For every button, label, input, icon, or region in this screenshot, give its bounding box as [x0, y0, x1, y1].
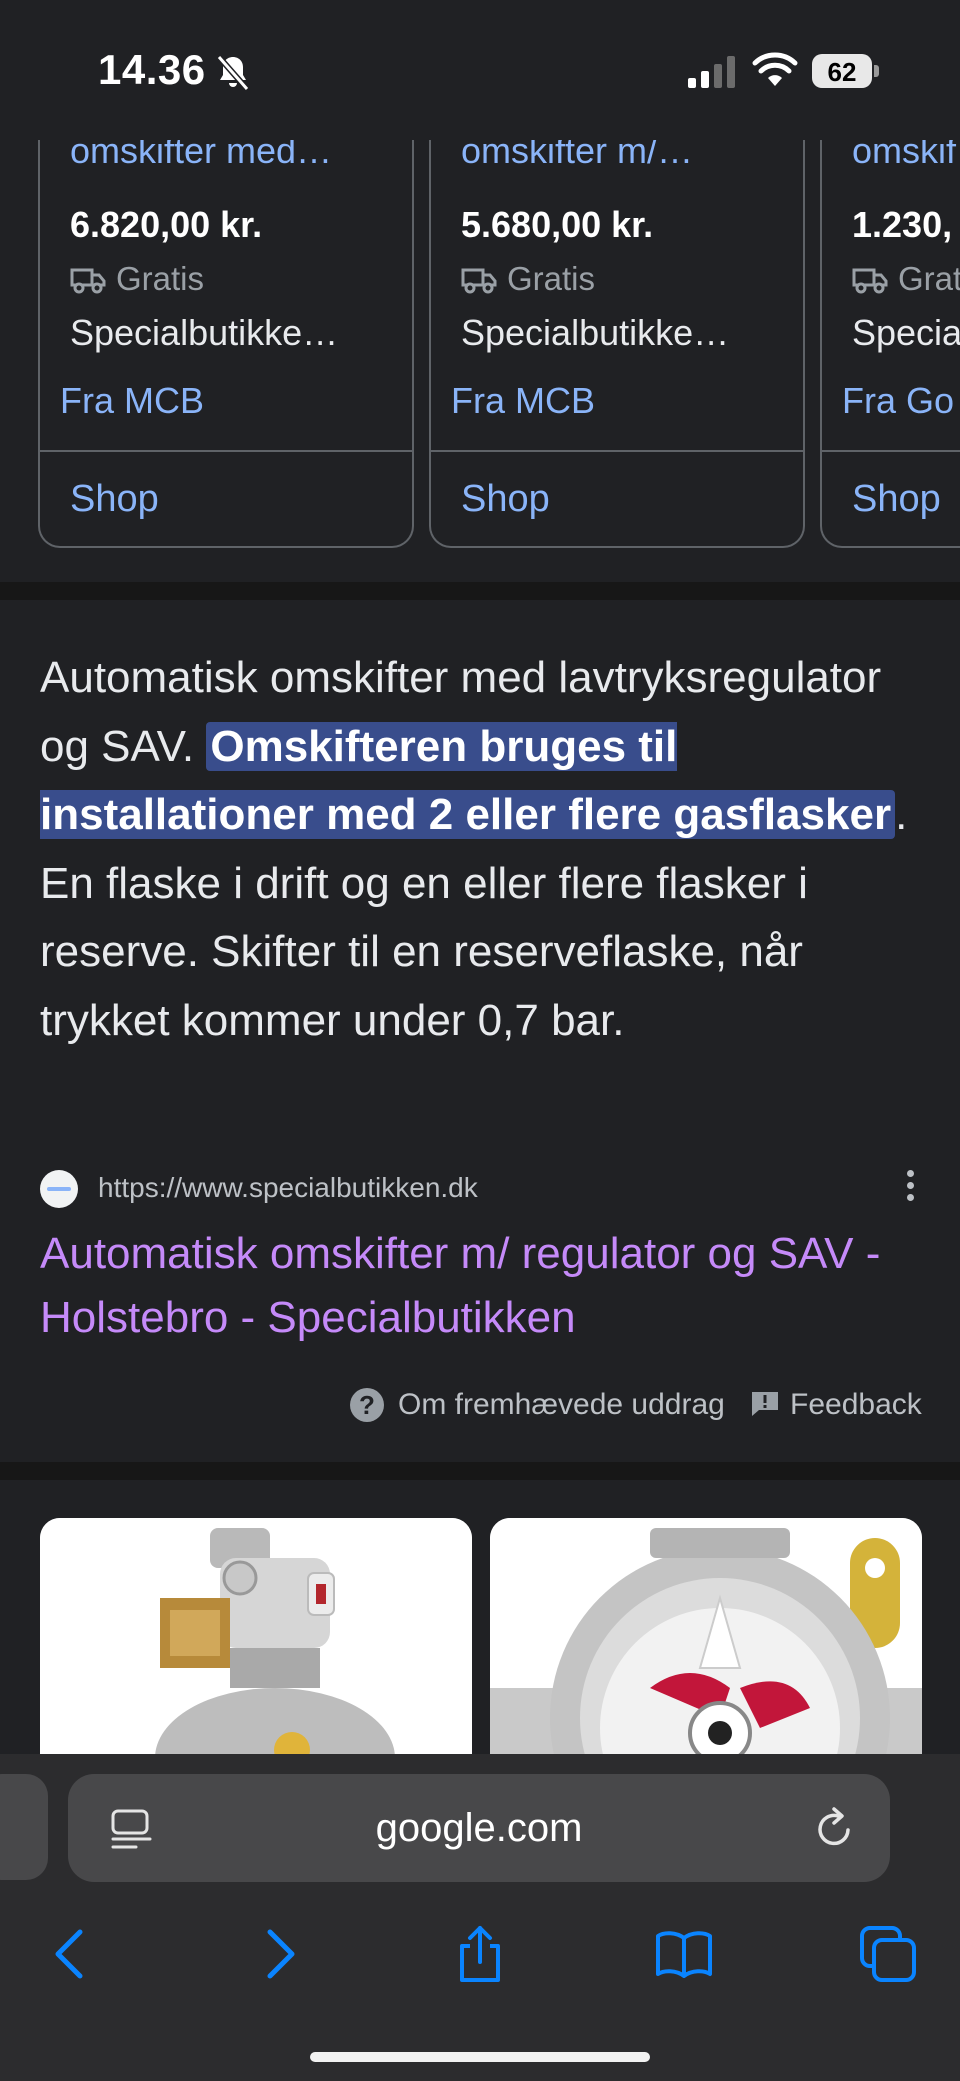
more-options-icon[interactable]	[900, 1170, 920, 1206]
truck-icon	[70, 268, 106, 294]
shop-button[interactable]: Shop	[461, 478, 550, 521]
address-domain[interactable]: google.com	[68, 1806, 890, 1851]
back-icon[interactable]	[42, 1924, 102, 1984]
product-price: 6.820,00 kr.	[70, 204, 263, 245]
from-source-link[interactable]: Fra Go	[842, 380, 954, 422]
result-title-link[interactable]: Automatisk omskifter m/ regulator og SAV…	[40, 1222, 920, 1350]
share-icon[interactable]	[450, 1924, 510, 1984]
product-price: 5.680,00 kr.	[461, 204, 654, 245]
truck-icon	[461, 268, 497, 294]
forward-icon[interactable]	[248, 1924, 308, 1984]
bookmarks-icon[interactable]	[654, 1924, 714, 1984]
seller-name: Specia	[852, 312, 960, 353]
shipping-info: Gratis	[70, 260, 204, 298]
product-image	[490, 1518, 922, 1758]
cellular-signal-icon	[688, 56, 735, 88]
shop-button[interactable]: Shop	[852, 478, 941, 521]
about-snippets-link[interactable]: Om fremhævede uddrag	[398, 1388, 725, 1422]
card-divider	[431, 450, 803, 452]
browser-toolbar: google.com	[0, 1754, 960, 2081]
from-source-link[interactable]: Fra MCB	[60, 380, 204, 422]
battery-level: 62	[827, 57, 857, 87]
bell-slash-icon	[216, 55, 250, 91]
help-icon[interactable]: ?	[350, 1388, 384, 1422]
previous-tab-preview[interactable]	[0, 1774, 48, 1880]
feedback-link[interactable]: Feedback	[790, 1388, 922, 1422]
shipping-info: Grat	[852, 260, 960, 298]
wifi-icon	[752, 52, 798, 86]
section-divider	[0, 1462, 960, 1480]
source-url[interactable]: https://www.specialbutikken.dk	[98, 1172, 478, 1204]
snippet-footer: ? Om fremhævede uddrag Feedback	[350, 1386, 930, 1426]
product-card[interactable]: omskif 1.230, Grat Specia Fra Go Shop	[820, 130, 960, 548]
card-divider	[40, 450, 412, 452]
browser-nav-bar	[0, 1914, 960, 1994]
card-divider	[822, 450, 960, 452]
section-divider	[0, 582, 960, 600]
shipping-label: Gratis	[507, 260, 596, 297]
product-image	[40, 1518, 472, 1758]
battery-icon: 62	[812, 54, 879, 88]
shipping-label: Grat	[898, 260, 960, 297]
truck-icon	[852, 268, 888, 294]
address-bar[interactable]: google.com	[68, 1774, 890, 1882]
feedback-icon[interactable]	[750, 1390, 780, 1418]
shipping-label: Gratis	[116, 260, 205, 297]
shipping-info: Gratis	[461, 260, 595, 298]
seller-name: Specialbutikke…	[461, 312, 730, 353]
site-favicon-icon	[40, 1170, 78, 1208]
product-price: 1.230,	[852, 204, 953, 245]
home-indicator	[310, 2052, 650, 2062]
source-row[interactable]: https://www.specialbutikken.dk	[40, 1168, 920, 1208]
product-image-card[interactable]	[490, 1518, 922, 1758]
shop-button[interactable]: Shop	[70, 478, 159, 521]
reload-icon[interactable]	[814, 1806, 856, 1850]
product-card[interactable]: omskifter med… 6.820,00 kr. Gratis Speci…	[38, 130, 414, 548]
seller-name: Specialbutikke…	[70, 312, 339, 353]
from-source-link[interactable]: Fra MCB	[451, 380, 595, 422]
product-carousel[interactable]: omskifter med… 6.820,00 kr. Gratis Speci…	[0, 100, 960, 560]
status-bar: 14.36 62	[0, 0, 960, 140]
status-time: 14.36	[98, 46, 206, 93]
tabs-icon[interactable]	[858, 1924, 918, 1984]
product-card[interactable]: omskifter m/… 5.680,00 kr. Gratis Specia…	[429, 130, 805, 548]
featured-snippet-text: Automatisk omskifter med lavtryksregulat…	[40, 644, 920, 1055]
product-image-card[interactable]	[40, 1518, 472, 1758]
